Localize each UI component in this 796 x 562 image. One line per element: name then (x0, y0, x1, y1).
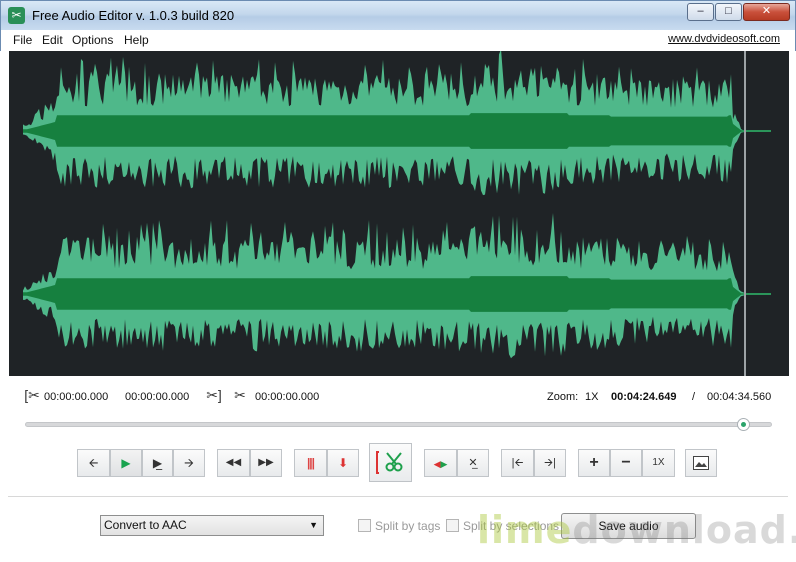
cut-marker-icon[interactable]: ✂ (231, 387, 249, 405)
title-bar: ✂ Free Audio Editor v. 1.0.3 build 820 –… (0, 0, 796, 30)
play-button[interactable]: ▶ (110, 449, 142, 477)
split-by-tags-label: Split by tags (375, 519, 441, 533)
waveform-view[interactable] (9, 51, 789, 376)
waveform-channel-2-core (23, 276, 771, 312)
window-title: Free Audio Editor v. 1.0.3 build 820 (32, 8, 235, 23)
selection-end-icon[interactable]: ✂] (205, 387, 223, 405)
back-button[interactable]: 🡨 (77, 449, 110, 477)
zoom-label: Zoom: (547, 391, 579, 403)
menu-help[interactable]: Help (124, 33, 149, 47)
close-button[interactable]: ✕ (743, 3, 790, 21)
waveform-channel-1-core (23, 113, 771, 149)
play-to-end-button[interactable]: ▶̲ (142, 449, 173, 477)
output-format-value: Convert to AAC (104, 518, 187, 532)
select-to-start-button[interactable]: |🡨 (501, 449, 534, 477)
cut-scissors-icon (376, 451, 403, 474)
delete-selection-button[interactable]: ✕̲ (457, 449, 489, 477)
time-info-row: [✂ 00:00:00.000 00:00:00.000 ✂] ✂ 00:00:… (0, 385, 796, 409)
add-marker-button[interactable]: ⬇ (327, 449, 359, 477)
selection-end-time: 00:00:00.000 (125, 391, 190, 403)
zoom-value: 1X (585, 391, 599, 403)
cut-selection-button[interactable] (369, 443, 412, 482)
menu-edit[interactable]: Edit (42, 33, 63, 47)
zoom-out-button[interactable]: − (610, 449, 642, 477)
playhead-line[interactable] (744, 51, 746, 376)
cut-marker-time: 00:00:00.000 (255, 391, 320, 403)
go-to-start-button[interactable]: ◀◀ (217, 449, 250, 477)
total-time: 00:04:34.560 (707, 391, 772, 403)
zoom-in-button[interactable]: + (578, 449, 610, 477)
waveform-svg[interactable] (9, 51, 789, 376)
output-format-select[interactable]: Convert to AAC ▼ (100, 515, 324, 536)
save-audio-button[interactable]: Save audio (561, 513, 696, 539)
bottom-divider (8, 496, 788, 497)
zoom-reset-button[interactable]: 1X (642, 449, 675, 477)
menu-options[interactable]: Options (72, 33, 113, 47)
maximize-button[interactable]: □ (715, 3, 742, 21)
dvdvideosoft-link[interactable]: www.dvdvideosoft.com (668, 33, 780, 45)
app-scissors-icon: ✂ (8, 7, 25, 24)
time-separator: / (692, 391, 696, 403)
selection-start-icon[interactable]: [✂ (23, 387, 41, 405)
select-to-end-button[interactable]: 🡪| (534, 449, 566, 477)
chevron-down-icon: ▼ (309, 520, 318, 530)
fade-button[interactable]: ◀▶ (424, 449, 457, 477)
menu-bar: File Edit Options Help www.dvdvideosoft.… (0, 30, 796, 51)
seek-slider-track[interactable] (25, 422, 772, 427)
split-by-selections-label: Split by selections (463, 519, 560, 533)
split-by-tags-checkbox[interactable] (358, 519, 371, 532)
forward-button[interactable]: 🡪 (173, 449, 205, 477)
image-icon (693, 456, 709, 470)
seek-slider-thumb[interactable] (737, 418, 750, 431)
current-time: 00:04:24.649 (611, 391, 677, 403)
go-to-end-button[interactable]: ▶▶ (250, 449, 282, 477)
split-markers-button[interactable]: ||| (294, 449, 327, 477)
snapshot-button[interactable] (685, 449, 717, 477)
split-by-selections-checkbox[interactable] (446, 519, 459, 532)
minimize-button[interactable]: – (687, 3, 714, 21)
selection-start-time: 00:00:00.000 (44, 391, 109, 403)
menu-file[interactable]: File (13, 33, 32, 47)
